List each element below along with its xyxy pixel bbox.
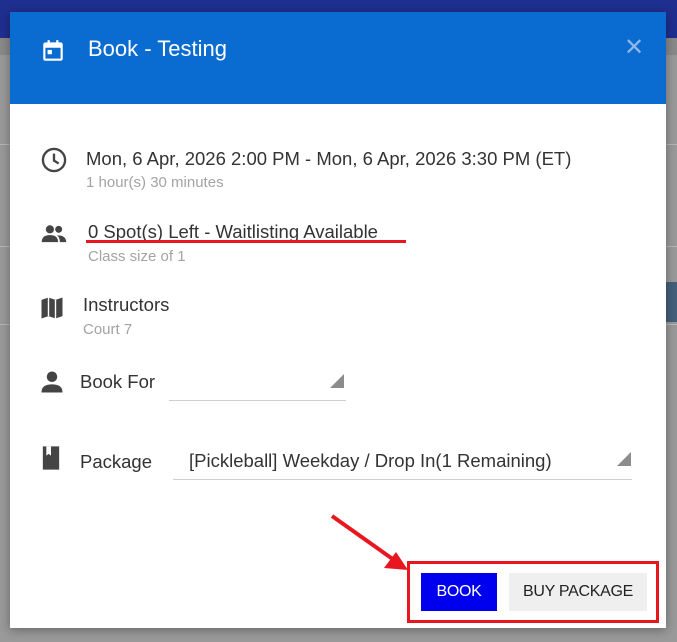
clock-icon — [41, 147, 67, 173]
person-icon — [41, 371, 63, 393]
book-for-label: Book For — [80, 371, 156, 392]
map-icon — [41, 297, 63, 319]
package-label: Package — [80, 451, 152, 472]
dialog-header: Book - Testing ✕ — [10, 12, 666, 104]
book-button[interactable]: BOOK — [421, 573, 497, 611]
booking-dialog: Book - Testing ✕ Mon, 6 Apr, 2026 2:00 P… — [10, 12, 666, 628]
dropdown-arrow-icon — [617, 452, 631, 466]
event-datetime: Mon, 6 Apr, 2026 2:00 PM - Mon, 6 Apr, 2… — [86, 148, 572, 169]
instructors-label: Instructors — [83, 294, 170, 315]
background-button — [665, 282, 677, 322]
book-for-select[interactable] — [169, 370, 346, 401]
dropdown-arrow-icon — [330, 374, 344, 388]
book-icon — [42, 446, 60, 470]
event-duration: 1 hour(s) 30 minutes — [86, 174, 224, 191]
close-icon[interactable]: ✕ — [622, 36, 646, 60]
class-size: Class size of 1 — [88, 248, 186, 265]
calendar-icon — [43, 40, 63, 61]
people-icon — [41, 225, 67, 243]
annotation-underline — [86, 240, 406, 243]
buy-package-button[interactable]: BUY PACKAGE — [509, 573, 647, 611]
location-court: Court 7 — [83, 321, 133, 338]
annotation-arrow — [330, 514, 408, 570]
dialog-title: Book - Testing — [88, 36, 228, 61]
package-select[interactable]: [Pickleball] Weekday / Drop In(1 Remaini… — [173, 450, 632, 480]
package-value: [Pickleball] Weekday / Drop In(1 Remaini… — [189, 450, 552, 471]
